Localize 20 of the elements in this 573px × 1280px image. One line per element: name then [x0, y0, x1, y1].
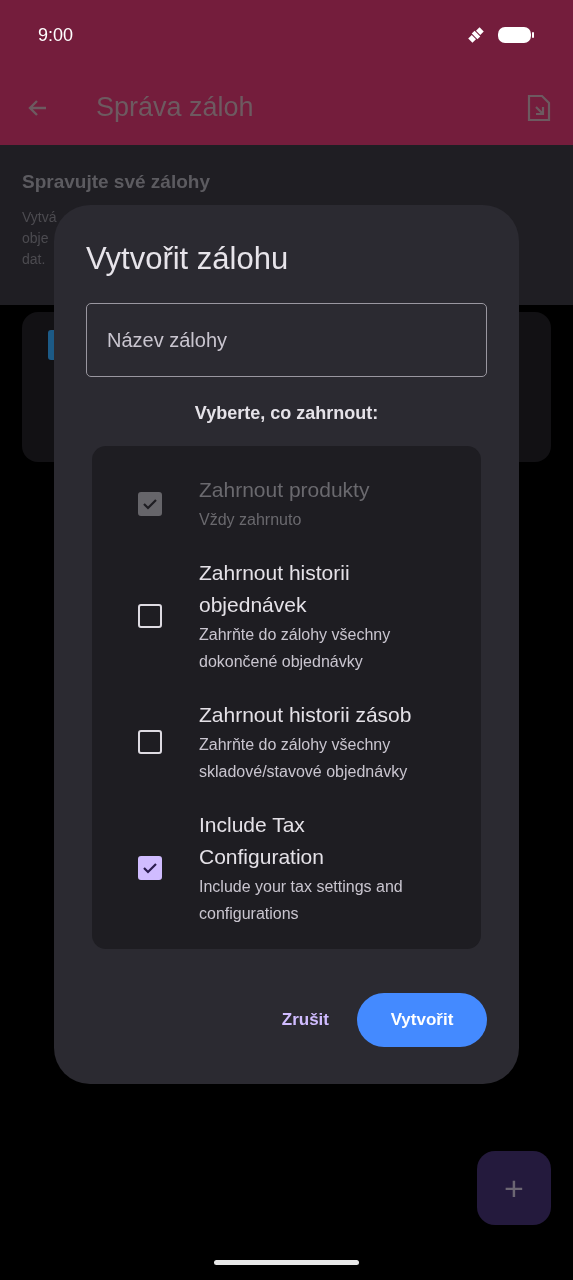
- option-description: Include your tax settings and configurations: [199, 877, 404, 924]
- add-button[interactable]: +: [477, 1151, 551, 1225]
- option-description: Zahrňte do zálohy všechny dokončené objednávky: [199, 625, 392, 672]
- dialog-title: Vytvořit zálohu: [86, 241, 290, 277]
- cancel-button[interactable]: Zrušit: [281, 1010, 329, 1030]
- option-title: Zahrnout produkty: [199, 477, 371, 503]
- status-time: 9:00: [38, 24, 74, 46]
- header-title: Spravujte své zálohy: [22, 171, 211, 193]
- battery-icon: [498, 26, 535, 44]
- section-label: Vyberte, co zahrnout:: [194, 403, 379, 424]
- checkbox[interactable]: [138, 856, 162, 880]
- option-title: Zahrnout historii zásob: [199, 702, 413, 728]
- app-title: Správa záloh: [96, 92, 255, 123]
- option-title: Zahrnout historii objednávek: [199, 560, 351, 618]
- satellite-icon: [466, 25, 486, 45]
- create-button[interactable]: Vytvořit: [357, 993, 487, 1047]
- option-title: Include Tax Configuration: [199, 812, 325, 870]
- option-description: Zahrňte do zálohy všechny skladové/stavové objednávky: [199, 735, 409, 782]
- option-description: Vždy zahrnuto: [199, 510, 303, 530]
- input-field[interactable]: Název zálohy: [86, 303, 487, 377]
